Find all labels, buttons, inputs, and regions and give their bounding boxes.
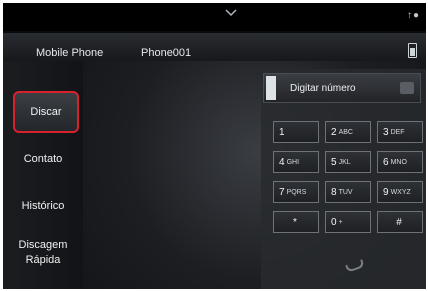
key-letters: +: [338, 218, 343, 226]
sidebar-item-label: Contato: [23, 153, 63, 165]
key-number: 7: [279, 186, 285, 198]
keypad-key-2[interactable]: 2 ABC: [325, 121, 371, 143]
keypad-key-0[interactable]: 0 +: [325, 211, 371, 233]
key-number: 9: [383, 186, 389, 198]
dial-keypad: Digitar número 1 2 ABC 3 DEF 4 GHI 5 JKL…: [261, 69, 426, 289]
key-letters: PQRS: [286, 188, 307, 196]
key-letters: TUV: [338, 188, 353, 196]
keypad-key-9[interactable]: 9 WXYZ: [377, 181, 423, 203]
keypad-key-3[interactable]: 3 DEF: [377, 121, 423, 143]
phone-name: Phone001: [141, 47, 192, 59]
key-number: *: [293, 216, 297, 228]
sidebar-item-discar[interactable]: Discar: [13, 91, 79, 133]
sidebar-item-label: Discar: [30, 106, 62, 118]
top-status-bar: ↑●: [3, 3, 426, 31]
head-unit-screen: ↑● Mobile Phone Phone001 Discar Contato …: [3, 3, 426, 289]
key-number: 6: [383, 156, 389, 168]
keypad-key-1[interactable]: 1: [273, 121, 319, 143]
key-letters: WXYZ: [390, 188, 411, 196]
device-label: Mobile Phone: [36, 47, 104, 59]
status-icons: ↑●: [406, 10, 420, 21]
keypad-key-star[interactable]: *: [273, 211, 319, 233]
sidebar-item-label: Rápida: [25, 254, 61, 266]
sidebar-item-contato[interactable]: Contato: [3, 153, 83, 165]
battery-icon: [408, 43, 417, 58]
number-placeholder: Digitar número: [290, 83, 356, 94]
keypad-key-hash[interactable]: #: [377, 211, 423, 233]
number-input[interactable]: Digitar número: [263, 73, 421, 103]
backspace-icon[interactable]: [400, 82, 414, 94]
sidebar-item-label: Discagem: [18, 239, 68, 251]
key-letters: GHI: [286, 158, 300, 166]
sidebar: Discar Contato Histórico Discagem Rápida: [3, 61, 83, 289]
chevron-down-icon[interactable]: [225, 9, 237, 17]
sidebar-item-discagem-rapida[interactable]: Discagem Rápida: [3, 238, 83, 268]
input-cursor: [266, 76, 276, 100]
phone-info-bar: Mobile Phone Phone001: [3, 33, 426, 66]
keypad-key-5[interactable]: 5 JKL: [325, 151, 371, 173]
keypad-key-4[interactable]: 4 GHI: [273, 151, 319, 173]
key-number: #: [396, 216, 402, 228]
key-number: 8: [331, 186, 337, 198]
key-letters: ABC: [338, 128, 353, 136]
sidebar-item-label: Histórico: [21, 200, 65, 212]
keypad-key-6[interactable]: 6 MNO: [377, 151, 423, 173]
key-number: 3: [383, 126, 389, 138]
key-number: 0: [331, 216, 337, 228]
keypad-key-8[interactable]: 8 TUV: [325, 181, 371, 203]
key-number: 5: [331, 156, 337, 168]
keypad-key-7[interactable]: 7 PQRS: [273, 181, 319, 203]
key-number: 1: [279, 126, 285, 138]
key-letters: DEF: [390, 128, 405, 136]
key-number: 4: [279, 156, 285, 168]
key-letters: MNO: [390, 158, 407, 166]
handset-icon: [345, 259, 365, 273]
sidebar-item-historico[interactable]: Histórico: [3, 200, 83, 212]
key-letters: JKL: [338, 158, 351, 166]
key-number: 2: [331, 126, 337, 138]
call-button[interactable]: [261, 245, 426, 289]
